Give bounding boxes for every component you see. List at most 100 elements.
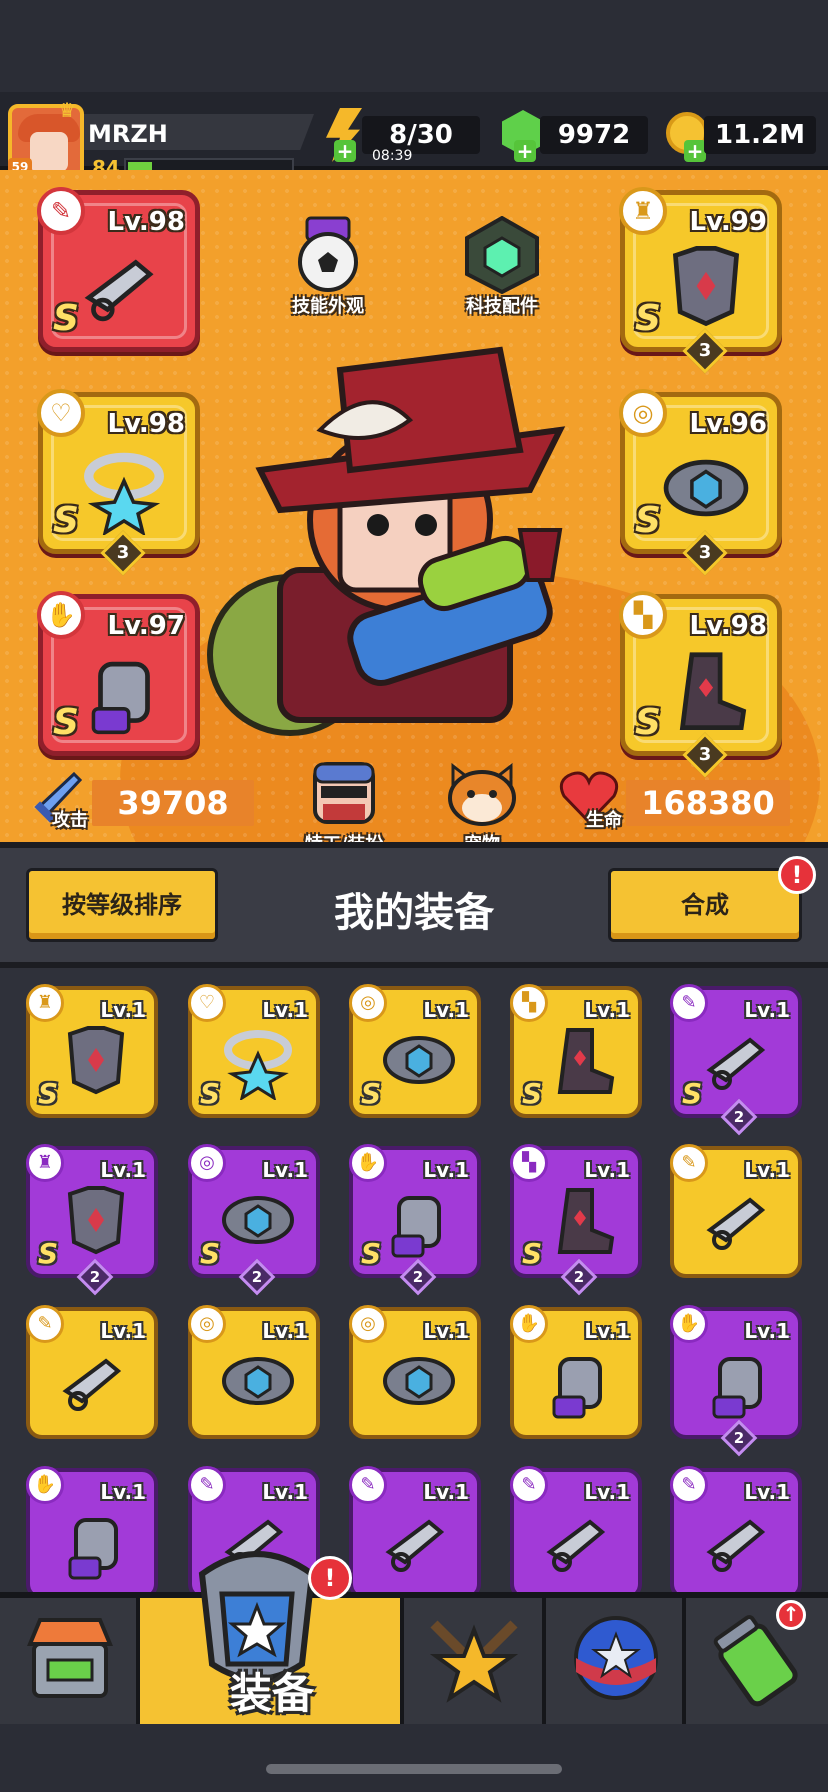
hero-slot-weapon[interactable]: ✎ Lv.98 S xyxy=(37,187,200,352)
belt-icon xyxy=(659,441,753,521)
hero-slot-necklace[interactable]: ♡ Lv.98 S 3 xyxy=(37,389,200,576)
item-count: 2 xyxy=(720,1419,758,1457)
weapon-icon xyxy=(77,239,171,322)
glove-icon xyxy=(77,643,171,735)
equipment-item[interactable]: ✋ Lv.1 xyxy=(510,1305,642,1439)
footer-area xyxy=(0,1724,828,1792)
nav-gacha[interactable] xyxy=(546,1598,686,1724)
pet-button[interactable]: 宠物 xyxy=(432,754,532,842)
item-level: Lv.1 xyxy=(423,1319,469,1343)
item-rank: S xyxy=(200,1077,221,1110)
item-rank: S xyxy=(522,1077,543,1110)
equipment-item[interactable]: ✎ Lv.1 xyxy=(670,1144,802,1278)
equipment-item[interactable]: ✎ Lv.1 xyxy=(349,1466,481,1592)
hero-character[interactable] xyxy=(200,310,600,750)
item-level: Lv.1 xyxy=(584,998,630,1022)
equipment-item[interactable]: ♜ Lv.1 S 2 xyxy=(26,1144,158,1296)
weapon-icon xyxy=(700,1180,780,1260)
item-level: Lv.1 xyxy=(262,1158,308,1182)
slot-rank: S xyxy=(635,702,661,743)
nav-lab[interactable]: ↑ xyxy=(686,1598,828,1724)
item-level: Lv.1 xyxy=(584,1158,630,1182)
equipment-item[interactable]: ✋ Lv.1 xyxy=(26,1466,158,1592)
equipment-item[interactable]: ▚ Lv.1 S xyxy=(510,984,642,1118)
equipment-item[interactable]: ♡ Lv.1 S xyxy=(188,984,320,1118)
equipment-item[interactable]: ✋ Lv.1 S 2 xyxy=(349,1144,481,1296)
item-rank: S xyxy=(522,1237,543,1270)
gem-counter[interactable]: 9972 xyxy=(540,116,648,154)
armor-icon xyxy=(659,239,753,327)
item-level: Lv.1 xyxy=(744,1319,790,1343)
item-rank: S xyxy=(38,1077,59,1110)
equipment-item[interactable]: ✎ Lv.1 xyxy=(26,1305,158,1439)
slot-level: Lv.98 xyxy=(689,611,767,641)
slot-type-badge: ▚ xyxy=(619,591,667,639)
item-level: Lv.1 xyxy=(584,1480,630,1504)
hero-slot-belt[interactable]: ◎ Lv.96 S 3 xyxy=(619,389,782,576)
sort-by-level-button[interactable]: 按等级排序 xyxy=(26,868,218,942)
gem-value: 9972 xyxy=(557,120,631,150)
status-bar xyxy=(0,0,828,92)
item-type-badge: ✎ xyxy=(188,1466,226,1504)
slot-level: Lv.98 xyxy=(107,207,185,237)
nav-equipment[interactable]: ! 装备 xyxy=(140,1551,404,1724)
item-level: Lv.1 xyxy=(423,1480,469,1504)
hero-slot-boot[interactable]: ▚ Lv.98 S 3 xyxy=(619,591,782,778)
item-level: Lv.1 xyxy=(423,998,469,1022)
equipment-item[interactable]: ✎ Lv.1 S 2 xyxy=(670,984,802,1136)
tech-parts-button[interactable]: 科技配件 xyxy=(452,215,552,318)
slot-level: Lv.97 xyxy=(107,611,185,641)
item-level: Lv.1 xyxy=(584,1319,630,1343)
weapon-icon xyxy=(56,1341,136,1421)
home-indicator[interactable] xyxy=(266,1764,562,1774)
slot-type-badge: ♜ xyxy=(619,187,667,235)
necklace-icon xyxy=(218,1020,298,1102)
upgrade-arrow-icon: ↑ xyxy=(776,1600,806,1630)
agent-outfit-button[interactable]: 特工/装扮 xyxy=(294,754,394,842)
equipment-item[interactable]: ♜ Lv.1 S xyxy=(26,984,158,1118)
add-energy-button[interactable]: + xyxy=(334,140,356,162)
equipment-item[interactable]: ✎ Lv.1 xyxy=(670,1466,802,1592)
equipment-item[interactable]: ◎ Lv.1 xyxy=(188,1305,320,1439)
item-type-badge: ▚ xyxy=(510,1144,548,1182)
hero-slot-armor[interactable]: ♜ Lv.99 S 3 xyxy=(619,187,782,374)
item-type-badge: ✎ xyxy=(670,1144,708,1182)
item-type-badge: ✎ xyxy=(349,1466,387,1504)
slot-type-badge: ◎ xyxy=(619,389,667,437)
item-type-badge: ◎ xyxy=(349,1305,387,1343)
tech-parts-label: 科技配件 xyxy=(466,296,538,317)
belt-icon xyxy=(218,1180,298,1260)
merge-button[interactable]: 合成 xyxy=(608,868,802,942)
item-rank: S xyxy=(361,1077,382,1110)
item-rank: S xyxy=(361,1237,382,1270)
coin-counter[interactable]: 11.2M xyxy=(704,116,816,154)
glove-icon xyxy=(540,1341,620,1421)
gacha-icon xyxy=(574,1616,658,1700)
nav-battle[interactable] xyxy=(404,1598,546,1724)
item-type-badge: ◎ xyxy=(188,1144,226,1182)
add-coins-button[interactable]: + xyxy=(684,140,706,162)
item-count: 2 xyxy=(399,1258,437,1296)
nav-shop[interactable] xyxy=(0,1598,140,1724)
equipment-item[interactable]: ✋ Lv.1 2 xyxy=(670,1305,802,1457)
equipment-item[interactable]: ▚ Lv.1 S 2 xyxy=(510,1144,642,1296)
item-rank: S xyxy=(200,1237,221,1270)
item-level: Lv.1 xyxy=(100,1319,146,1343)
item-level: Lv.1 xyxy=(100,998,146,1022)
item-level: Lv.1 xyxy=(744,1480,790,1504)
hero-panel: 技能外观 科技配件 ✎ Lv.98 S ♜ Lv.99 S 3 ♡ Lv.98 … xyxy=(0,170,828,842)
slot-level: Lv.96 xyxy=(689,409,767,439)
hp-value: 168380 xyxy=(641,784,775,822)
item-level: Lv.1 xyxy=(423,1158,469,1182)
item-level: Lv.1 xyxy=(100,1480,146,1504)
hp-label: 生命 xyxy=(586,810,622,831)
slot-type-badge: ✎ xyxy=(37,187,85,235)
hero-slot-glove[interactable]: ✋ Lv.97 S xyxy=(37,591,200,756)
equipment-item[interactable]: ◎ Lv.1 S xyxy=(349,984,481,1118)
equipment-item[interactable]: ✎ Lv.1 xyxy=(510,1466,642,1592)
equipment-item[interactable]: ◎ Lv.1 xyxy=(349,1305,481,1439)
add-gems-button[interactable]: + xyxy=(514,140,536,162)
equipment-item[interactable]: ◎ Lv.1 S 2 xyxy=(188,1144,320,1296)
skill-skin-button[interactable]: 技能外观 xyxy=(278,216,378,318)
glove-icon xyxy=(56,1502,136,1582)
